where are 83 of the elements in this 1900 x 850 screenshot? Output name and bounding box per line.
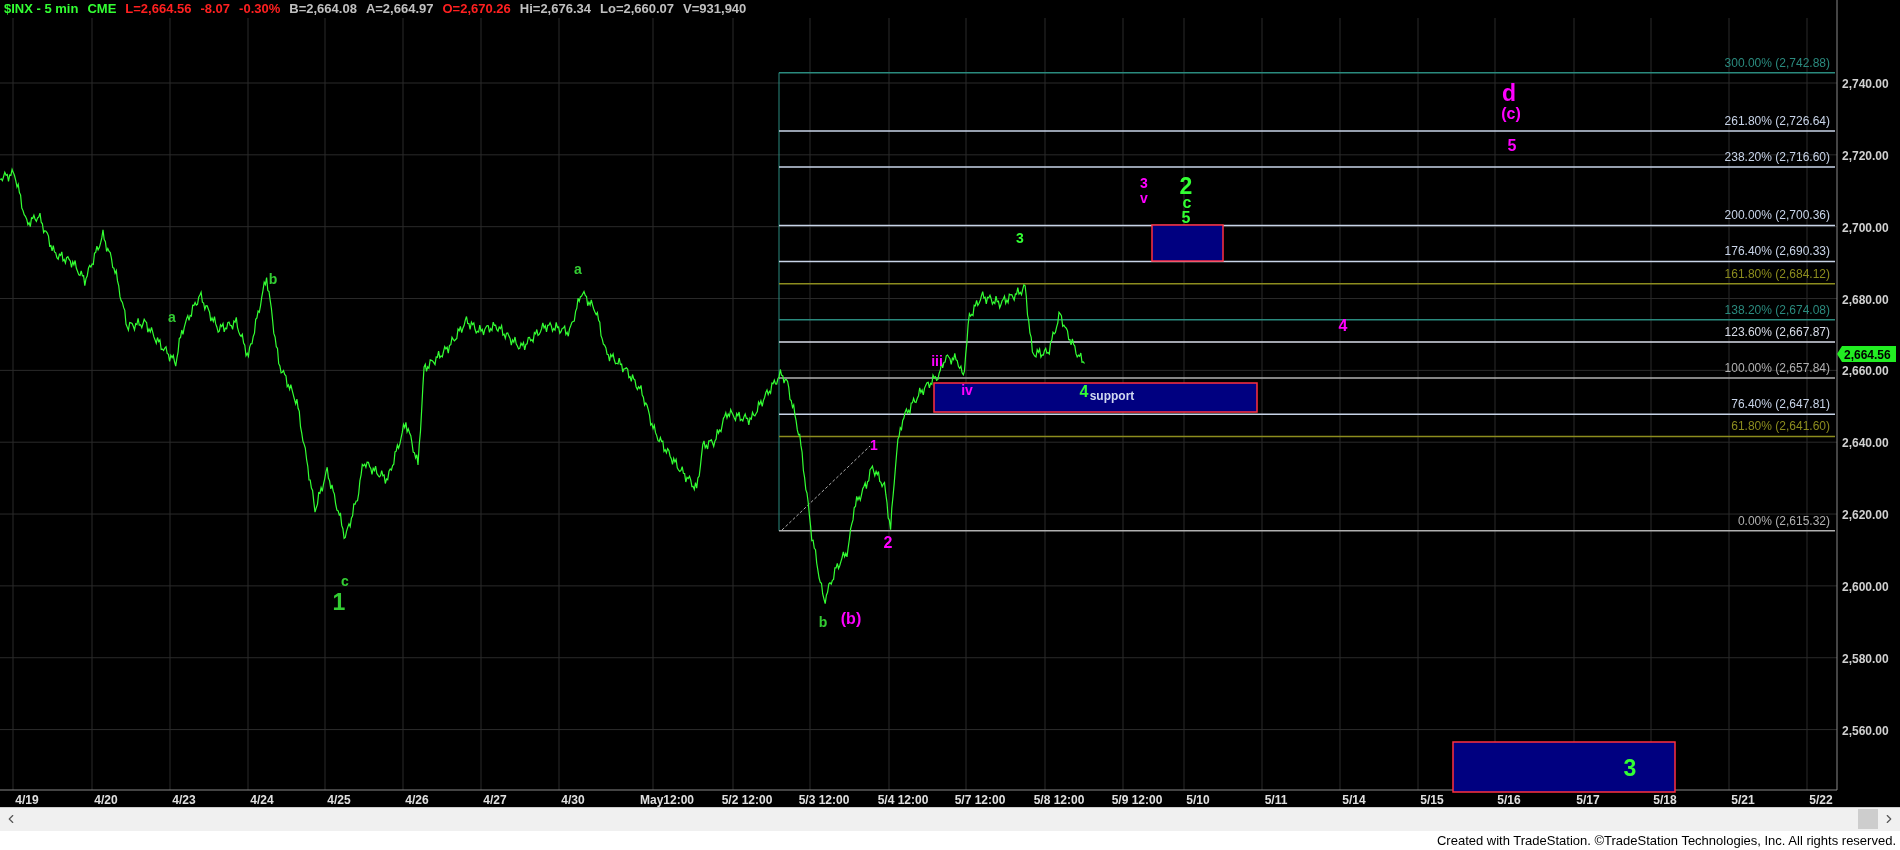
fib-label: 261.80% (2,726.64) <box>1724 114 1830 128</box>
date-axis-label: 5/7 12:00 <box>954 793 1006 807</box>
date-axis-label: 5/4 12:00 <box>877 793 929 807</box>
quote-field: Hi=2,676.34 <box>519 0 591 18</box>
date-axis-label: 5/15 <box>1420 793 1444 807</box>
date-axis-label: 4/27 <box>483 793 507 807</box>
wave-label: v <box>1140 189 1148 206</box>
quote-field: A=2,664.97 <box>365 0 434 18</box>
wave-label: 5 <box>1181 209 1191 227</box>
quote-field: Lo=2,660.07 <box>600 0 675 18</box>
wave-label: 5 <box>1507 137 1517 155</box>
date-axis-label: 4/23 <box>172 793 196 807</box>
wave-label: 1 <box>332 589 346 616</box>
fib-label: 138.20% (2,674.08) <box>1724 302 1830 317</box>
fib-label: 161.80% (2,684.12) <box>1724 266 1830 281</box>
quote-field: O=2,670.26 <box>442 0 511 18</box>
quote-field: B=2,664.08 <box>289 0 357 18</box>
quote-field: -0.30% <box>239 0 281 18</box>
date-axis-label: 5/11 <box>1264 793 1288 807</box>
wave-label: iii <box>931 352 943 369</box>
fib-label: 61.80% (2,641.60) <box>1731 419 1830 434</box>
copyright-text: Created with TradeStation. ©TradeStation Technologies, Inc. All rights reserved. <box>1436 831 1896 850</box>
quote-field: -8.07 <box>200 0 231 18</box>
fib-label: 176.40% (2,690.33) <box>1724 244 1830 259</box>
wave-label: 3 <box>1140 174 1148 191</box>
price-axis-label: 2,680.00 <box>1842 292 1889 307</box>
date-axis-label: 4/30 <box>561 793 585 807</box>
quote-field: CME <box>87 0 117 18</box>
last-price-badge: 2,664.56 <box>1837 346 1896 362</box>
fib-label: 123.60% (2,667.87) <box>1724 325 1830 340</box>
date-axis-label: 5/18 <box>1653 793 1677 807</box>
wave-label: (b) <box>840 610 862 628</box>
date-axis-label: 5/3 12:00 <box>798 793 850 807</box>
price-axis-label: 2,560.00 <box>1842 723 1889 738</box>
wave-label: 3 <box>1623 755 1637 782</box>
price-axis-label: 2,720.00 <box>1842 148 1889 163</box>
quote-field: $INX - 5 min <box>4 0 79 18</box>
wave-label: a <box>168 308 176 325</box>
date-axis-label: 5/22 <box>1809 793 1833 807</box>
wave-label: 4 <box>1338 317 1348 335</box>
date-axis-label: 5/16 <box>1497 793 1521 807</box>
date-axis-label: 5/2 12:00 <box>721 793 773 807</box>
fib-label: 76.40% (2,647.81) <box>1731 397 1830 412</box>
wave-label: a <box>574 260 582 277</box>
date-axis-label: 4/20 <box>94 793 118 807</box>
wave-label: 2 <box>883 534 893 552</box>
fib-label: 100.00% (2,657.84) <box>1724 361 1830 376</box>
date-axis-label: 5/21 <box>1731 793 1755 807</box>
wave-label: d <box>1501 80 1517 107</box>
date-axis-label: 5/8 12:00 <box>1033 793 1085 807</box>
fib-label: 200.00% (2,700.36) <box>1724 208 1830 223</box>
price-axis-label: 2,620.00 <box>1842 508 1889 523</box>
quote-field: L=2,664.56 <box>125 0 192 18</box>
fib-label: 238.20% (2,716.60) <box>1724 150 1830 165</box>
wave-label: c <box>341 572 349 589</box>
price-axis-label: 2,600.00 <box>1842 579 1889 594</box>
date-axis-label: 5/9 12:00 <box>1111 793 1163 807</box>
horizontal-scrollbar[interactable] <box>0 806 1900 831</box>
wave-label: 3 <box>1016 229 1024 246</box>
date-axis-label: 4/26 <box>405 793 429 807</box>
price-axis-label: 2,580.00 <box>1842 651 1889 666</box>
wave-label: b <box>818 613 828 630</box>
wave-label: (c) <box>1501 105 1521 123</box>
support-label: support <box>1089 389 1135 404</box>
price-axis-label: 2,640.00 <box>1842 436 1889 451</box>
price-axis-label: 2,740.00 <box>1842 77 1889 91</box>
fib-label: 300.00% (2,742.88) <box>1724 55 1830 70</box>
date-axis-label: 5/14 <box>1342 793 1366 807</box>
quote-field: V=931,940 <box>683 0 747 18</box>
date-axis-label: 4/24 <box>250 793 274 807</box>
date-axis-label: 5/17 <box>1576 793 1600 807</box>
date-axis-label: 5/10 <box>1186 793 1210 807</box>
wave-label: 1 <box>870 436 878 453</box>
fib-label: 0.00% (2,615.32) <box>1737 513 1830 528</box>
wave-label: iv <box>961 381 973 398</box>
price-axis-label: 2,660.00 <box>1842 364 1889 379</box>
wave-label: 4 <box>1079 383 1089 401</box>
date-axis-label: 4/19 <box>15 793 39 807</box>
price-axis-label: 2,700.00 <box>1842 220 1889 235</box>
scrollbar-thumb[interactable] <box>1858 809 1878 829</box>
wave-label: b <box>268 270 278 287</box>
date-axis-label: May12:00 <box>640 793 694 807</box>
date-axis-label: 4/25 <box>327 793 351 807</box>
